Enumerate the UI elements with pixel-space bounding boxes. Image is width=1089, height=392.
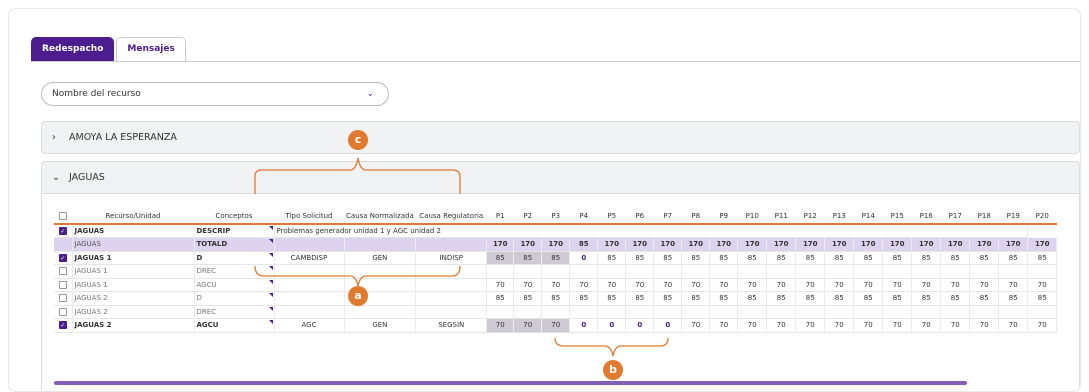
- callout-brackets: [254, 157, 669, 357]
- callout-badge-c: c: [348, 130, 368, 150]
- callout-badge-b: b: [603, 360, 623, 380]
- callout-badge-a: a: [348, 286, 368, 306]
